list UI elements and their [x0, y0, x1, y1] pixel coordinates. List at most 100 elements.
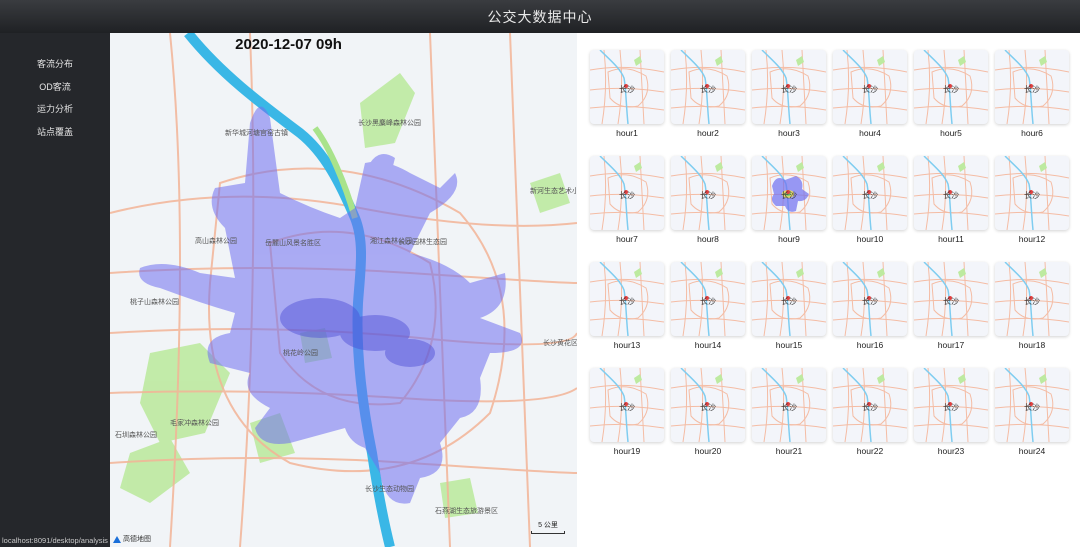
hour-thumbnail[interactable]: 长沙 hour6 — [995, 50, 1069, 140]
thumbnail-city-label: 长沙 — [781, 403, 797, 412]
thumbnail-map: 长沙 — [671, 368, 745, 442]
thumbnail-map: 长沙 — [671, 262, 745, 336]
app-title: 公交大数据中心 — [487, 8, 593, 25]
brand-logo-icon — [113, 535, 121, 543]
hour-thumbnail[interactable]: 长沙 hour19 — [590, 368, 664, 458]
hour-thumbnail[interactable]: 长沙 hour24 — [995, 368, 1069, 458]
thumbnail-map: 长沙 — [914, 262, 988, 336]
place-label: 毛家冲森林公园 — [170, 418, 219, 427]
thumbnail-city-label: 长沙 — [862, 403, 878, 412]
thumbnail-hour-label: hour15 — [775, 340, 803, 350]
thumbnail-hour-label: hour22 — [856, 446, 884, 456]
thumbnail-map: 长沙 — [590, 50, 664, 124]
thumbnail-map: 长沙 — [752, 50, 826, 124]
thumbnail-hour-label: hour16 — [856, 340, 884, 350]
hour-thumbnail[interactable]: 长沙 hour15 — [752, 262, 826, 352]
hour-thumbnail[interactable]: 长沙 hour23 — [914, 368, 988, 458]
map-scale: 5 公里 — [531, 520, 565, 534]
map-canvas: 长沙黑麋峰森林公园新河生态艺术小镇新华城河塘官窑古镇高山森林公园长沙园林生态园长… — [110, 33, 577, 547]
hour-thumbnail[interactable]: 长沙 hour17 — [914, 262, 988, 352]
place-label: 石圳森林公园 — [115, 430, 157, 439]
thumbnail-city-label: 长沙 — [943, 403, 959, 412]
place-label: 新河生态艺术小镇 — [530, 186, 577, 195]
thumbnail-hour-label: hour8 — [697, 234, 719, 244]
thumbnail-hour-label: hour24 — [1018, 446, 1046, 456]
thumbnail-city-label: 长沙 — [619, 403, 635, 412]
hour-thumbnail[interactable]: 长沙 hour16 — [833, 262, 907, 352]
hour-thumbnail[interactable]: 长沙 hour21 — [752, 368, 826, 458]
thumbnail-map: 长沙 — [995, 156, 1069, 230]
place-label: 桃子山森林公园 — [130, 297, 179, 306]
thumbnail-city-label: 长沙 — [1024, 403, 1040, 412]
thumbnail-city-label: 长沙 — [1024, 297, 1040, 306]
place-label: 新华城河塘官窑古镇 — [225, 128, 288, 137]
sidebar-item-od-flow[interactable]: OD客流 — [0, 76, 110, 99]
sidebar-nav: 客流分布 OD客流 运力分析 站点覆盖 — [0, 33, 110, 143]
hour-thumbnail[interactable]: 长沙 hour11 — [914, 156, 988, 246]
thumbnail-map: 长沙 — [752, 156, 826, 230]
thumbnail-map: 长沙 — [833, 262, 907, 336]
thumbnail-city-label: 长沙 — [619, 85, 635, 94]
thumbnail-hour-label: hour2 — [697, 128, 719, 138]
sidebar-item-capacity-analysis[interactable]: 运力分析 — [0, 98, 110, 121]
sidebar-item-passenger-distribution[interactable]: 客流分布 — [0, 53, 110, 76]
heatmap-map[interactable]: 长沙黑麋峰森林公园新河生态艺术小镇新华城河塘官窑古镇高山森林公园长沙园林生态园长… — [110, 33, 577, 547]
thumbnail-map: 长沙 — [752, 262, 826, 336]
hour-thumbnail[interactable]: 长沙 hour8 — [671, 156, 745, 246]
thumbnail-city-label: 长沙 — [1024, 85, 1040, 94]
thumbnail-hour-label: hour7 — [616, 234, 638, 244]
thumbnail-hour-label: hour1 — [616, 128, 638, 138]
thumbnail-city-label: 长沙 — [700, 403, 716, 412]
thumbnail-map: 长沙 — [914, 156, 988, 230]
thumbnail-city-label: 长沙 — [781, 297, 797, 306]
scale-bar — [531, 531, 565, 534]
thumbnail-city-label: 长沙 — [619, 191, 635, 200]
hour-thumbnail[interactable]: 长沙 hour2 — [671, 50, 745, 140]
sidebar-item-stop-coverage[interactable]: 站点覆盖 — [0, 121, 110, 144]
thumbnail-hour-label: hour9 — [778, 234, 800, 244]
thumbnail-city-label: 长沙 — [943, 191, 959, 200]
thumbnail-hour-label: hour17 — [937, 340, 965, 350]
thumbnail-hour-label: hour23 — [937, 446, 965, 456]
place-label: 桃花岭公园 — [283, 348, 318, 357]
hour-thumbnail[interactable]: 长沙 hour14 — [671, 262, 745, 352]
thumbnail-map: 长沙 — [833, 156, 907, 230]
app-header: 公交大数据中心 — [0, 0, 1080, 33]
place-label: 长沙黑麋峰森林公园 — [358, 118, 421, 127]
hour-thumbnail[interactable]: 长沙 hour4 — [833, 50, 907, 140]
thumbnail-city-label: 长沙 — [862, 191, 878, 200]
thumbnail-hour-label: hour6 — [1021, 128, 1043, 138]
thumbnail-map: 长沙 — [914, 50, 988, 124]
map-brand: 高德地图 — [113, 534, 151, 544]
hour-thumbnail[interactable]: 长沙 hour1 — [590, 50, 664, 140]
thumbnail-city-label: 长沙 — [700, 85, 716, 94]
hour-thumbnail[interactable]: 长沙 hour5 — [914, 50, 988, 140]
sidebar: 客流分布 OD客流 运力分析 站点覆盖 localhost:8091/deskt… — [0, 33, 110, 547]
hour-thumbnail[interactable]: 长沙 hour20 — [671, 368, 745, 458]
hour-thumbnail[interactable]: 长沙 hour7 — [590, 156, 664, 246]
thumbnail-hour-label: hour10 — [856, 234, 884, 244]
thumbnail-map: 长沙 — [590, 262, 664, 336]
thumbnail-city-label: 长沙 — [1024, 191, 1040, 200]
place-label: 湘江森林公园 — [370, 236, 412, 245]
hour-thumbnail[interactable]: 长沙 hour18 — [995, 262, 1069, 352]
brand-label: 高德地图 — [123, 536, 151, 543]
hour-thumbnail[interactable]: 长沙 hour10 — [833, 156, 907, 246]
thumbnail-city-label: 长沙 — [862, 297, 878, 306]
thumbnail-map: 长沙 — [833, 50, 907, 124]
thumbnail-map: 长沙 — [995, 262, 1069, 336]
place-label: 长沙生态动物园 — [365, 484, 414, 493]
thumbnail-hour-label: hour4 — [859, 128, 881, 138]
hour-thumbnail[interactable]: 长沙 hour9 — [752, 156, 826, 246]
thumbnail-map: 长沙 — [590, 156, 664, 230]
thumbnail-city-label: 长沙 — [943, 297, 959, 306]
hour-thumbnail[interactable]: 长沙 hour3 — [752, 50, 826, 140]
hour-thumbnail[interactable]: 长沙 hour12 — [995, 156, 1069, 246]
thumbnail-hour-label: hour11 — [938, 234, 964, 244]
hour-thumbnail[interactable]: 长沙 hour22 — [833, 368, 907, 458]
hourly-thumbnail-grid: 长沙 hour1 长沙 hour2 长沙 hour3 长沙 hour4 长沙 hour5 长沙 hou… — [577, 33, 1080, 547]
status-url: localhost:8091/desktop/analysis — [2, 536, 108, 545]
thumbnail-hour-label: hour14 — [694, 340, 722, 350]
hour-thumbnail[interactable]: 长沙 hour13 — [590, 262, 664, 352]
thumbnail-city-label: 长沙 — [943, 85, 959, 94]
